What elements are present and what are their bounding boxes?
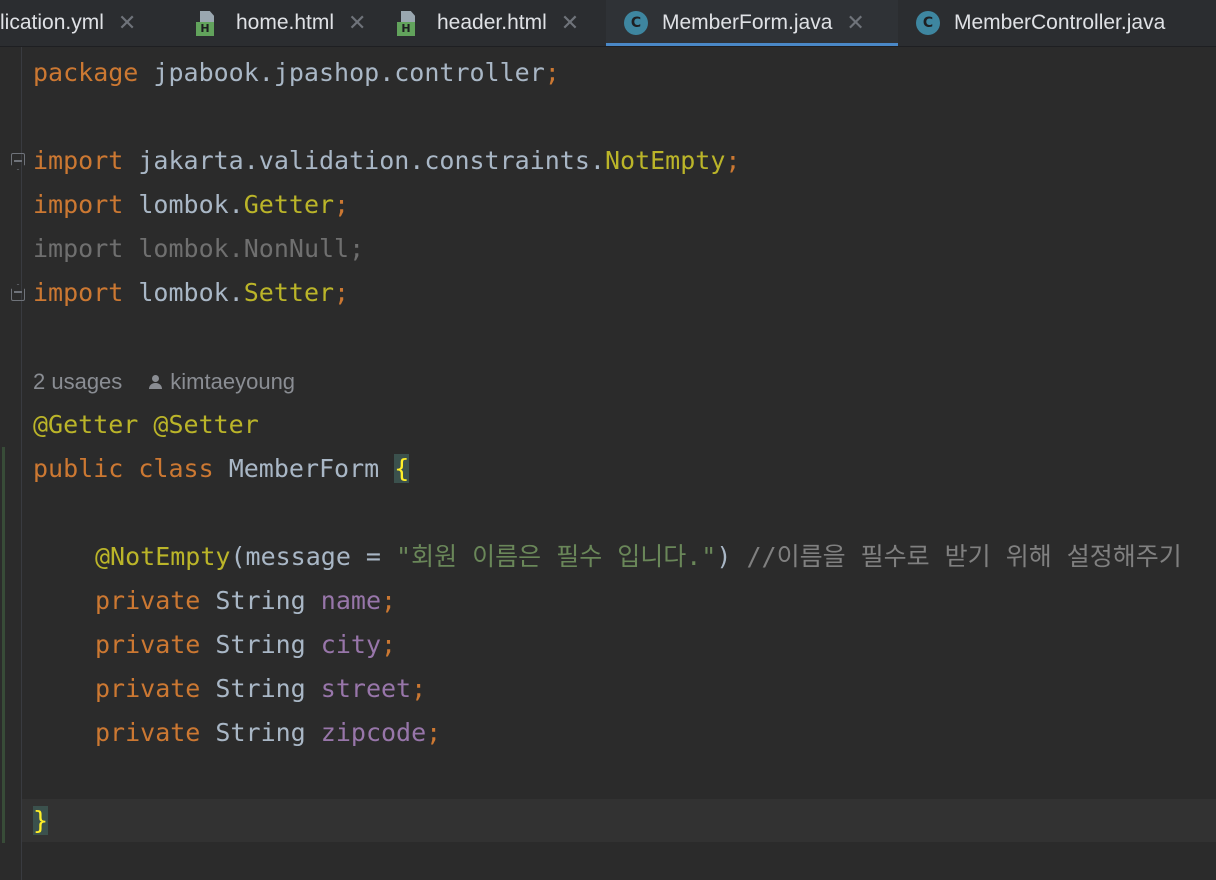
html-file-icon: H xyxy=(196,10,222,36)
code-line-import-unused: import lombok.NonNull; xyxy=(33,234,365,263)
java-class-icon: C xyxy=(624,11,648,35)
tab-home-html[interactable]: H home.html ✕ xyxy=(174,0,387,46)
code-line-import: import lombok.Getter; xyxy=(33,190,350,219)
close-icon[interactable]: ✕ xyxy=(561,11,579,36)
tab-membercontroller-java[interactable]: C MemberController.java xyxy=(898,0,1216,46)
editor-tab-bar: lication.yml ✕ H home.html ✕ H header.ht… xyxy=(0,0,1216,47)
close-icon[interactable]: ✕ xyxy=(118,11,136,36)
code-line-class-declaration: public class MemberForm { xyxy=(33,454,410,483)
code-line-field: private String street; xyxy=(95,674,427,703)
close-icon[interactable]: ✕ xyxy=(348,11,366,36)
user-icon xyxy=(148,374,164,390)
tab-header-html[interactable]: H header.html ✕ xyxy=(387,0,606,46)
code-editor[interactable]: package jpabook.jpashop.controller; impo… xyxy=(0,47,1216,880)
tab-memberform-java[interactable]: C MemberForm.java ✕ xyxy=(606,0,898,46)
code-line-field-annotation: @NotEmpty(message = "회원 이름은 필수 입니다.") //… xyxy=(95,542,1182,571)
tab-application-yml[interactable]: lication.yml ✕ xyxy=(0,0,174,46)
code-vision-hint[interactable]: 2 usages kimtaeyoung xyxy=(33,360,295,404)
tab-label: MemberForm.java xyxy=(662,11,833,34)
code-line-import: import lombok.Setter; xyxy=(33,278,350,307)
code-line-class-annotations: @Getter @Setter xyxy=(33,410,259,439)
current-line-highlight xyxy=(22,799,1216,842)
code-line-field: private String zipcode; xyxy=(95,718,442,747)
tab-label: MemberController.java xyxy=(954,11,1166,34)
fold-icon[interactable] xyxy=(11,284,25,301)
java-class-icon: C xyxy=(916,11,940,35)
matched-brace: { xyxy=(394,454,410,483)
html-file-icon: H xyxy=(397,10,423,36)
tab-label: lication.yml xyxy=(0,11,104,34)
usages-hint[interactable]: 2 usages xyxy=(33,369,122,394)
code-line-field: private String city; xyxy=(95,630,397,659)
gutter-divider xyxy=(21,47,22,880)
tab-label: home.html xyxy=(236,11,335,34)
vcs-change-marker xyxy=(2,447,5,843)
code-line-package: package jpabook.jpashop.controller; xyxy=(33,58,560,87)
code-line-field: private String name; xyxy=(95,586,397,615)
author-hint[interactable]: kimtaeyoung xyxy=(170,369,295,394)
tab-label: header.html xyxy=(437,11,547,34)
code-line-closing-brace: } xyxy=(33,799,49,843)
matched-brace: } xyxy=(33,806,49,835)
fold-icon[interactable] xyxy=(11,153,25,170)
code-line-import: import jakarta.validation.constraints.No… xyxy=(33,146,741,175)
close-icon[interactable]: ✕ xyxy=(846,11,864,36)
